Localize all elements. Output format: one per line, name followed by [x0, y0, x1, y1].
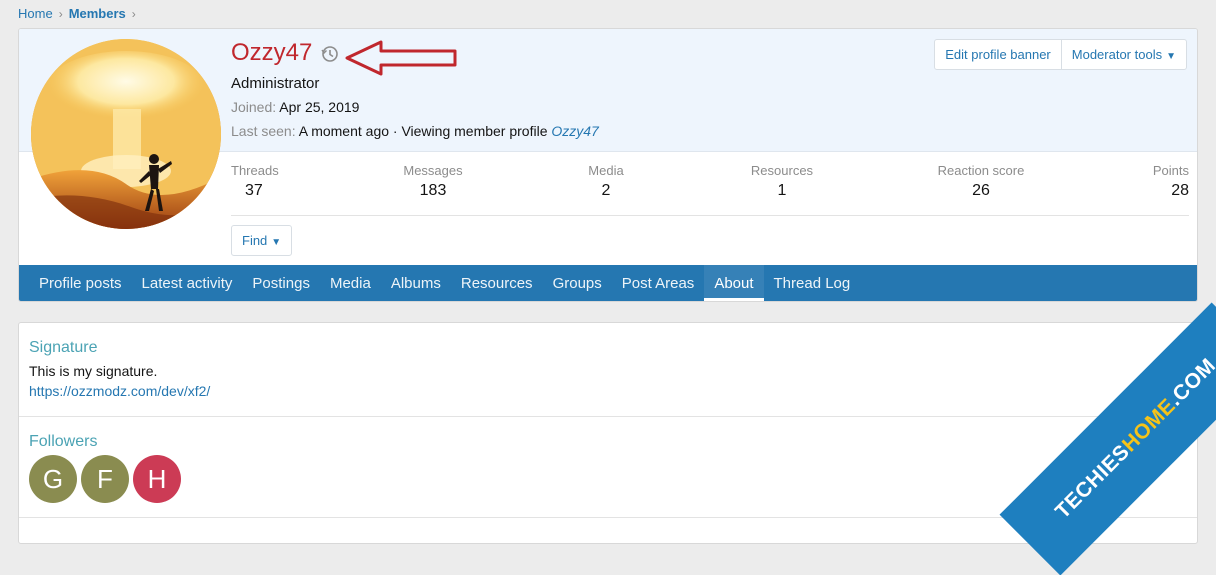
stat-value: 1 — [777, 182, 787, 199]
profile-username: Ozzy47 — [231, 39, 340, 67]
watermark-part3: .COM — [1163, 354, 1216, 411]
stat-media[interactable]: Media 2 — [586, 163, 626, 200]
follower-avatar[interactable]: F — [81, 455, 129, 503]
profile-card: Ozzy47 Administrator Joined: Apr 25, 201… — [18, 28, 1198, 302]
stat-threads[interactable]: Threads 37 — [231, 163, 279, 200]
profile-avatar[interactable] — [31, 39, 221, 229]
stat-label: Media — [588, 163, 624, 178]
find-button[interactable]: Find ▼ — [231, 225, 293, 256]
joined-label: Joined: — [231, 99, 277, 115]
annotation-arrow-icon — [345, 40, 457, 76]
stat-label: Points — [1152, 163, 1189, 178]
moderator-tools-label: Moderator tools — [1071, 47, 1163, 62]
caret-down-icon: ▼ — [1166, 51, 1176, 62]
profile-action-buttons: Edit profile banner Moderator tools ▼ — [934, 39, 1187, 70]
breadcrumb: Home › Members › — [18, 6, 136, 21]
signature-title: Signature — [29, 339, 98, 356]
joined-value: Apr 25, 2019 — [279, 99, 360, 115]
find-label: Find — [242, 233, 268, 248]
breadcrumb-members-link[interactable]: Members — [69, 6, 126, 21]
watermark-part2: HOME — [1117, 394, 1181, 457]
stat-resources[interactable]: Resources 1 — [749, 163, 815, 200]
stat-value: 2 — [601, 182, 611, 199]
stat-label: Threads — [231, 163, 279, 178]
avatar-image — [31, 39, 221, 229]
moderator-tools-button[interactable]: Moderator tools ▼ — [1060, 40, 1186, 69]
tab-albums[interactable]: Albums — [381, 265, 451, 301]
tab-latest-activity[interactable]: Latest activity — [132, 265, 243, 301]
tab-postings[interactable]: Postings — [242, 265, 320, 301]
stat-label: Resources — [750, 163, 814, 178]
stat-points[interactable]: Points 28 — [1153, 163, 1189, 200]
tab-media[interactable]: Media — [320, 265, 381, 301]
profile-joined: Joined: Apr 25, 2019 — [231, 99, 359, 115]
signature-text: This is my signature. — [29, 363, 158, 379]
tab-groups[interactable]: Groups — [543, 265, 612, 301]
stat-value: 28 — [1171, 182, 1189, 199]
tab-about[interactable]: About — [704, 265, 764, 301]
stat-value: 37 — [245, 182, 263, 199]
follower-avatar[interactable]: H — [133, 455, 181, 503]
chevron-right-icon: › — [131, 6, 136, 21]
follower-avatar[interactable]: G — [29, 455, 77, 503]
breadcrumb-home-link[interactable]: Home — [18, 6, 53, 21]
profile-role: Administrator — [231, 75, 320, 92]
stat-label: Reaction score — [937, 163, 1025, 178]
stat-value: 183 — [419, 182, 447, 199]
last-seen-profile-link[interactable]: Ozzy47 — [551, 123, 598, 139]
tab-post-areas[interactable]: Post Areas — [612, 265, 705, 301]
tab-profile-posts[interactable]: Profile posts — [29, 265, 132, 301]
last-seen-value: A moment ago · Viewing member profile — [298, 123, 548, 139]
chevron-right-icon: › — [58, 6, 63, 21]
signature-link[interactable]: https://ozzmodz.com/dev/xf2/ — [29, 383, 1207, 399]
caret-down-icon: ▼ — [271, 237, 282, 248]
watermark-part1: TECHIES — [1051, 440, 1135, 524]
last-seen-label: Last seen: — [231, 123, 296, 139]
profile-stats: Threads 37 Messages 183 Media 2 Resource… — [231, 163, 1189, 216]
stat-messages[interactable]: Messages 183 — [401, 163, 465, 200]
username-text: Ozzy47 — [231, 39, 313, 66]
stat-label: Messages — [403, 163, 463, 178]
stat-reaction-score[interactable]: Reaction score 26 — [934, 163, 1028, 200]
edit-profile-banner-button[interactable]: Edit profile banner — [935, 40, 1061, 69]
section-divider — [19, 416, 1197, 417]
profile-tabs: Profile posts Latest activity Postings M… — [19, 265, 1197, 301]
tab-thread-log[interactable]: Thread Log — [764, 265, 861, 301]
signature-section: Signature This is my signature. https://… — [29, 339, 1207, 399]
tab-resources[interactable]: Resources — [451, 265, 543, 301]
followers-title: Followers — [29, 433, 98, 450]
history-icon[interactable] — [320, 43, 340, 63]
profile-last-seen: Last seen: A moment ago · Viewing member… — [231, 123, 599, 139]
stat-value: 26 — [972, 182, 990, 199]
